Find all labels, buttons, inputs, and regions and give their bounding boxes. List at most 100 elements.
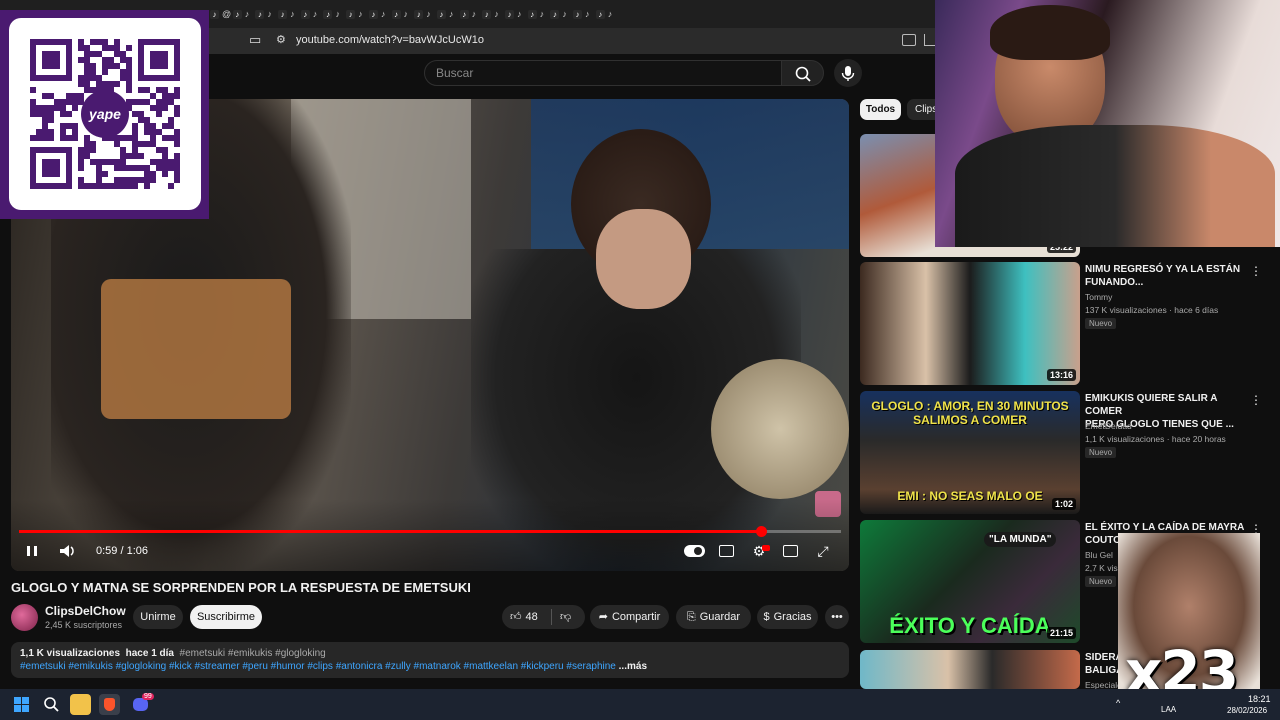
qr-module <box>126 135 132 141</box>
qr-module <box>78 147 84 153</box>
browser-tab[interactable]: ♪ ♪ <box>391 0 415 28</box>
qr-module <box>48 111 54 117</box>
bookmark-save-icon: ⎘ <box>686 611 696 623</box>
settings-icon[interactable]: ⚙ <box>750 541 768 561</box>
file-explorer-icon[interactable] <box>70 694 91 715</box>
autoplay-toggle[interactable] <box>684 545 705 557</box>
thumbnail-1[interactable]: 13:16 <box>860 262 1080 385</box>
qr-module <box>138 177 144 183</box>
thanks-button[interactable]: $ Gracias <box>757 605 818 629</box>
browser-tab[interactable]: ♪ ♪ <box>414 0 437 28</box>
browser-tab[interactable]: ♪ ♪ <box>255 0 278 28</box>
orange-shirt <box>101 279 291 419</box>
browser-tab[interactable]: ♪ ♪ <box>436 0 460 28</box>
related-channel-3[interactable]: Blu Gel <box>1085 550 1113 560</box>
qr-module <box>84 57 90 63</box>
qr-module <box>78 159 84 165</box>
url-text[interactable]: youtube.com/watch?v=bavWJcUcW1o <box>296 34 484 46</box>
browser-tab[interactable]: ♪ ♪ <box>323 0 346 28</box>
qr-module <box>138 99 144 105</box>
browser-tab[interactable]: ♪ ♪ <box>595 0 619 28</box>
browser-tab[interactable]: ♪ ♪ <box>278 0 301 28</box>
like-button[interactable]: 👍︎ 48 <box>510 611 538 623</box>
qr-module <box>78 81 84 87</box>
volume-button[interactable] <box>57 541 79 566</box>
qr-module <box>102 39 108 45</box>
search-button[interactable] <box>781 60 824 86</box>
miniplayer-icon[interactable] <box>783 545 798 557</box>
qr-module <box>36 105 42 111</box>
qr-module <box>84 69 90 75</box>
qr-module <box>126 99 132 105</box>
browser-tab[interactable]: ♪ ♪ <box>550 0 573 28</box>
language-indicator[interactable]: LAA <box>1161 705 1176 714</box>
save-button[interactable]: ⎘ Guardar <box>676 605 751 629</box>
brave-browser-icon[interactable] <box>99 694 120 715</box>
browser-tab[interactable]: ♪ ♪ <box>573 0 596 28</box>
qr-module <box>156 105 162 111</box>
more-vertical-icon[interactable]: ⋮ <box>1250 394 1262 406</box>
share-button[interactable]: ➦ Compartir <box>590 605 669 629</box>
qr-module <box>174 105 180 111</box>
thumbnail-2[interactable]: GLOGLO : AMOR, EN 30 MINUTOS SALIMOS A C… <box>860 391 1080 514</box>
qr-module <box>162 147 168 153</box>
taskbar-search-button[interactable] <box>41 694 62 715</box>
subtitles-icon[interactable] <box>719 545 734 557</box>
share-icon[interactable] <box>924 34 935 46</box>
qr-module <box>174 93 180 99</box>
qr-module <box>156 159 162 165</box>
qr-module <box>84 87 90 93</box>
bookmark-icon[interactable]: ▭ <box>249 33 263 47</box>
browser-tab[interactable]: ♪ ♪ <box>459 0 483 28</box>
tab-label: ♪ <box>358 9 363 19</box>
related-channel-2[interactable]: EmetDeidad <box>1085 421 1132 431</box>
qr-module <box>42 135 48 141</box>
chip-todos[interactable]: Todos <box>860 99 901 120</box>
qr-module <box>90 63 96 69</box>
qr-module <box>78 99 84 105</box>
start-button[interactable] <box>11 694 32 715</box>
subscribe-button[interactable]: Suscribirme <box>190 605 262 629</box>
qr-module <box>138 111 144 117</box>
discord-icon[interactable]: 99 <box>130 693 154 715</box>
more-actions-button[interactable]: ••• <box>825 605 849 629</box>
channel-avatar[interactable] <box>11 604 38 631</box>
more-vertical-icon[interactable]: ⋮ <box>1250 265 1262 277</box>
browser-tab[interactable]: ♪ ♪ <box>346 0 369 28</box>
hashtags[interactable]: #emetsuki #emikukis #glogloking #kick #s… <box>20 661 616 672</box>
site-settings-icon[interactable]: ⚙ <box>276 34 288 46</box>
qr-module <box>66 123 72 129</box>
browser-tab[interactable]: ♪ ♪ <box>527 0 551 28</box>
tab-favicon-icon: ♪ <box>436 9 446 19</box>
thumbnail-4[interactable] <box>860 650 1080 689</box>
clock-date[interactable]: 28/02/2026 <box>1227 706 1267 715</box>
qr-module <box>102 159 108 165</box>
browser-tab[interactable]: ♪ ♪ <box>504 0 528 28</box>
tray-chevron-icon[interactable]: ^ <box>1116 698 1120 708</box>
thumbnail-3[interactable]: "LA MUNDA" ÉXITO Y CAÍDA 21:15 <box>860 520 1080 643</box>
qr-module <box>138 153 144 159</box>
voice-search-button[interactable] <box>834 59 862 87</box>
pause-button[interactable] <box>23 541 41 566</box>
qr-module <box>108 183 114 189</box>
qr-module <box>96 75 102 81</box>
tab-favicon-icon: ♪ <box>595 9 605 19</box>
browser-tab[interactable]: ♪ ♪ <box>482 0 505 28</box>
join-button[interactable]: Unirme <box>133 605 183 629</box>
browser-tab[interactable]: ♪ @ <box>210 0 233 28</box>
tab-favicon-icon: ♪ <box>573 9 582 19</box>
browser-tab[interactable]: ♪ ♪ <box>300 0 324 28</box>
browser-tab[interactable]: ♪ ♪ <box>368 0 392 28</box>
clock-time[interactable]: 18:21 <box>1248 694 1271 704</box>
search-input[interactable]: Buscar <box>424 60 782 86</box>
dislike-button[interactable]: 👎︎ <box>560 605 571 629</box>
save-label: Guardar <box>699 611 741 623</box>
tab-label: ♪ <box>494 9 499 19</box>
related-channel-1[interactable]: Tommy <box>1085 292 1112 302</box>
cast-icon[interactable] <box>902 34 916 46</box>
fullscreen-icon[interactable]: ⤢ <box>814 541 832 561</box>
show-more-link[interactable]: ...más <box>619 661 647 672</box>
related-title-1[interactable]: NIMU REGRESÓ Y YA LA ESTÁN FUNANDO... <box>1085 263 1245 289</box>
channel-name[interactable]: ClipsDelChow <box>45 604 126 618</box>
browser-tab[interactable]: ♪ ♪ <box>232 0 256 28</box>
